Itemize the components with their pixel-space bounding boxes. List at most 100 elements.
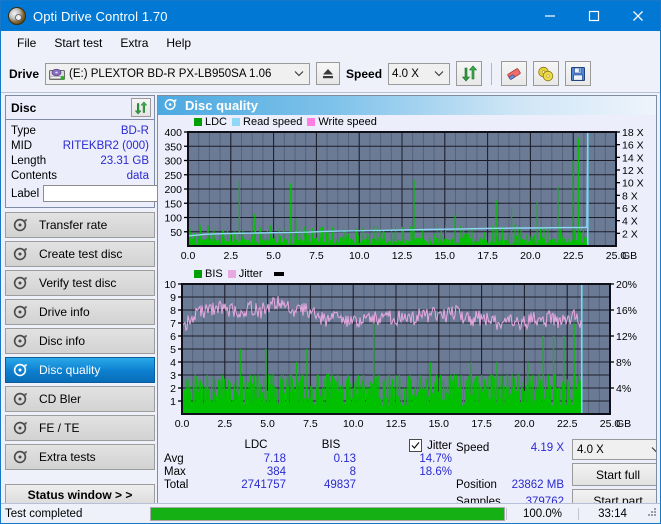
stats-col-ldc: LDC	[244, 439, 268, 451]
eraser-icon	[507, 67, 521, 80]
minimize-icon[interactable]	[528, 1, 572, 31]
speed-select[interactable]: 4.0 X	[388, 62, 451, 85]
svg-text:12.5: 12.5	[386, 418, 407, 430]
test-speed-value: 4.0 X	[577, 443, 604, 456]
svg-text:22.5: 22.5	[563, 250, 584, 262]
resize-grip[interactable]	[646, 506, 660, 522]
sidebar-item-cd-bler[interactable]: CD Bler	[5, 386, 155, 412]
disc-refresh-button[interactable]	[131, 98, 151, 117]
svg-text:2.5: 2.5	[223, 250, 238, 262]
menu-item-start-test[interactable]: Start test	[46, 33, 110, 53]
close-icon[interactable]	[616, 1, 660, 31]
svg-text:16 X: 16 X	[622, 140, 644, 152]
sidebar-item-create-test-disc[interactable]: Create test disc	[5, 241, 155, 267]
start-full-button[interactable]: Start full	[572, 463, 656, 486]
legend-swatch-jitter	[227, 269, 236, 278]
svg-text:17.5: 17.5	[477, 250, 498, 262]
sidebar-item-label: Extra tests	[39, 450, 96, 464]
legend-item-jitter: Jitter	[227, 267, 263, 280]
svg-text:17.5: 17.5	[471, 418, 492, 430]
sidebar-item-transfer-rate[interactable]: Transfer rate	[5, 212, 155, 238]
sidebar-item-label: Create test disc	[39, 247, 123, 261]
disc-icon	[13, 363, 30, 378]
chart2-svg: 12345678910 4% 8% 12% 16% 20% 0.0 2.5 5.0 7.5 10.0…	[164, 279, 637, 430]
disc-icon	[13, 334, 30, 349]
disc-info-rows: Type BD-R MID RITEKBR2 (000) Length 23.3…	[6, 120, 247, 207]
disc-row-length-key: Length	[11, 154, 47, 167]
svg-text:100: 100	[164, 213, 182, 225]
jitter-checkbox[interactable]	[409, 439, 423, 452]
disc-icon	[13, 450, 30, 465]
svg-text:150: 150	[164, 198, 182, 210]
sidebar-item-label: Disc quality	[39, 363, 101, 377]
sidebar-item-fe-te[interactable]: FE / TE	[5, 415, 155, 441]
svg-text:0.0: 0.0	[175, 418, 190, 430]
page-title: Disc quality	[185, 98, 258, 113]
svg-text:250: 250	[164, 170, 182, 182]
menu-item-extra[interactable]: Extra	[112, 33, 156, 53]
status-bar: Test completed 100.0% 33:14	[1, 503, 660, 523]
svg-text:16%: 16%	[616, 305, 637, 317]
sidebar-item-label: Transfer rate	[39, 218, 108, 232]
readout-speed-key: Speed	[456, 441, 490, 454]
sidebar-item-disc-info[interactable]: Disc info	[5, 328, 155, 354]
svg-text:GB: GB	[616, 418, 631, 430]
svg-text:5: 5	[170, 344, 176, 356]
refresh-icon	[134, 100, 148, 115]
disc-row-mid-key: MID	[11, 139, 33, 152]
menu-item-help[interactable]: Help	[158, 33, 199, 53]
chevron-down-icon	[431, 70, 447, 77]
svg-text:8%: 8%	[616, 357, 631, 369]
sidebar-item-label: Verify test disc	[39, 276, 117, 290]
svg-text:7: 7	[170, 318, 176, 330]
legend-item-ldc: LDC	[194, 116, 227, 128]
stats-row-total-bis: 49837	[324, 479, 356, 491]
chart2-legend: BIS Jitter	[158, 267, 656, 280]
application-window: Opti Drive Control 1.70 File Start test …	[0, 0, 661, 524]
test-speed-select[interactable]: 4.0 X	[572, 439, 656, 460]
sidebar-item-disc-quality[interactable]: Disc quality	[5, 357, 155, 383]
disc-row-mid-value: RITEKBR2 (000)	[62, 139, 149, 152]
svg-text:10.0: 10.0	[343, 418, 364, 430]
maximize-icon[interactable]	[572, 1, 616, 31]
stats-row-max-jitter: 18.6%	[419, 466, 452, 478]
drive-select[interactable]: (E:) PLEXTOR BD-R PX-LB950SA 1.06	[45, 62, 311, 85]
drive-select-value: (E:) PLEXTOR BD-R PX-LB950SA 1.06	[69, 67, 272, 80]
eject-button[interactable]	[316, 62, 341, 85]
elapsed-time: 33:14	[578, 507, 646, 520]
discs-button[interactable]	[533, 61, 560, 86]
disc-panel-header: Disc	[6, 96, 154, 120]
refresh-button[interactable]	[456, 61, 483, 86]
legend-swatch-write-speed	[307, 117, 316, 126]
save-button[interactable]	[565, 61, 592, 86]
sidebar-item-drive-info[interactable]: Drive info	[5, 299, 155, 325]
svg-text:2.5: 2.5	[217, 418, 232, 430]
svg-text:4 X: 4 X	[622, 216, 638, 228]
svg-text:20%: 20%	[616, 280, 637, 291]
legend-label-jitter: Jitter	[238, 267, 263, 280]
erase-button[interactable]	[501, 61, 528, 86]
chart1-svg: 501001502002503003504002 X4 X6 X8 X10 X1…	[164, 127, 644, 262]
stats-row-total-jitter	[366, 479, 456, 491]
readout-position-value: 23862 MB	[511, 478, 564, 491]
drive-label: Drive	[9, 66, 40, 81]
svg-text:4%: 4%	[616, 383, 631, 395]
chevron-down-icon	[651, 444, 656, 456]
sidebar-item-extra-tests[interactable]: Extra tests	[5, 444, 155, 470]
two-discs-icon	[538, 66, 554, 81]
svg-text:15.0: 15.0	[435, 250, 456, 262]
menu-item-file[interactable]: File	[9, 33, 44, 53]
disc-row-contents-value: data	[126, 169, 149, 182]
disc-quality-panel: Disc quality LDC Read speed Write speed	[157, 95, 657, 523]
status-window-button[interactable]: Status window > >	[5, 484, 155, 505]
svg-text:12 X: 12 X	[622, 165, 644, 177]
disc-icon	[13, 247, 30, 262]
svg-text:6 X: 6 X	[622, 203, 638, 215]
sidebar-item-verify-test-disc[interactable]: Verify test disc	[5, 270, 155, 296]
stats-row-avg-bis: 0.13	[333, 453, 356, 465]
svg-text:12.5: 12.5	[392, 250, 413, 262]
svg-text:400: 400	[164, 128, 182, 139]
svg-text:5.0: 5.0	[266, 250, 281, 262]
speed-select-value: 4.0 X	[392, 67, 419, 80]
disc-row-length-value: 23.31 GB	[100, 154, 149, 167]
